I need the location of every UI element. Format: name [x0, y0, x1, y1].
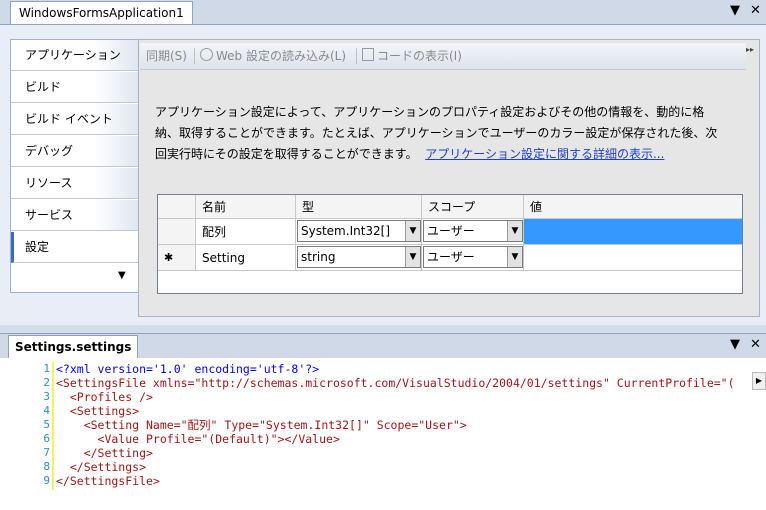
view-code-label: コードの表示(I): [377, 49, 462, 63]
column-header-value[interactable]: 値: [524, 195, 742, 219]
settings-description: アプリケーション設定によって、アプリケーションのプロパティ設定およびその他の情報…: [155, 102, 745, 165]
code-tab-strip: Settings.settings ▼ ✕: [0, 333, 766, 359]
toolbar-separator: [356, 48, 357, 64]
scope-combo-value: ユーザー: [427, 224, 475, 238]
description-line: 回実行時にその設定を取得することができます。: [155, 147, 418, 161]
toolbar-overflow-icon[interactable]: ▸▸: [746, 45, 754, 54]
line-number: 4: [43, 404, 50, 417]
type-combo-value: string: [301, 250, 336, 264]
setting-scope-cell: ユーザー ▼: [422, 245, 524, 271]
line-number: 1: [43, 362, 50, 375]
nav-item-settings[interactable]: 設定: [11, 232, 139, 263]
close-icon[interactable]: ✕: [750, 336, 761, 354]
nav-item-debug[interactable]: デバッグ: [11, 136, 139, 167]
tab-settings-settings[interactable]: Settings.settings: [8, 335, 139, 358]
scope-combo-value: ユーザー: [427, 250, 475, 264]
column-header-type[interactable]: 型: [296, 195, 422, 219]
nav-item-build-events[interactable]: ビルド イベント: [11, 104, 139, 135]
scope-combo[interactable]: ユーザー ▼: [423, 220, 523, 242]
setting-name-cell[interactable]: Setting: [196, 245, 296, 271]
nav-item-application[interactable]: アプリケーション: [11, 40, 139, 71]
chevron-down-icon[interactable]: ▼: [405, 247, 420, 267]
web-globe-icon: [200, 48, 213, 61]
sync-button[interactable]: 同期(S): [146, 47, 187, 65]
code-line[interactable]: </SettingsFile>: [56, 474, 735, 488]
description-line: アプリケーション設定によって、アプリケーションのプロパティ設定およびその他の情報…: [155, 105, 705, 119]
chevron-down-icon[interactable]: ▼: [507, 247, 522, 267]
setting-value-cell[interactable]: [524, 219, 742, 245]
tab-dropdown-icon[interactable]: ▼: [730, 336, 740, 354]
code-line[interactable]: <Profiles />: [56, 390, 735, 404]
line-number: 5: [43, 418, 50, 431]
settings-toolbar: 同期(S) Web 設定の読み込み(L) コードの表示(I) ▸▸: [140, 43, 754, 70]
column-header-scope[interactable]: スコープ: [422, 195, 524, 219]
scroll-right-icon[interactable]: ▶: [752, 372, 766, 390]
document-tab-strip: WindowsFormsApplication1 ▼ ✕: [0, 0, 766, 25]
setting-type-cell: System.Int32[] ▼: [296, 219, 422, 245]
code-line[interactable]: <Setting Name="配列" Type="System.Int32[]"…: [56, 418, 735, 432]
row-header[interactable]: [158, 219, 196, 245]
line-number: 9: [43, 474, 50, 487]
grid-row-header-corner: [158, 195, 196, 219]
line-number: 2: [43, 376, 50, 389]
description-line: 納、取得することができます。たとえば、アプリケーションでユーザーのカラー設定が保…: [155, 126, 718, 140]
line-number-gutter: 1 2 3 4 5 6 7 8 9: [0, 362, 52, 488]
scope-combo[interactable]: ユーザー ▼: [423, 246, 523, 268]
view-code-button[interactable]: コードの表示(I): [362, 47, 462, 65]
new-row-marker-icon[interactable]: ✱: [158, 245, 196, 271]
line-number: 6: [43, 432, 50, 445]
designer-nav: アプリケーション ビルド ビルド イベント デバッグ リソース サービス 設定: [10, 39, 140, 293]
code-line[interactable]: <Value Profile="(Default)"></Value>: [56, 432, 735, 446]
setting-type-cell: string ▼: [296, 245, 422, 271]
code-line[interactable]: <Settings>: [56, 404, 735, 418]
load-web-settings-label: Web 設定の読み込み(L): [216, 49, 347, 63]
code-view-icon: [362, 48, 374, 61]
chevron-down-icon[interactable]: ▼: [507, 221, 522, 241]
load-web-settings-button[interactable]: Web 設定の読み込み(L): [200, 47, 346, 65]
setting-scope-cell: ユーザー ▼: [422, 219, 524, 245]
code-lines[interactable]: <?xml version='1.0' encoding='utf-8'?> <…: [56, 362, 735, 488]
code-line[interactable]: <SettingsFile xmlns="http://schemas.micr…: [56, 376, 735, 390]
column-header-name[interactable]: 名前: [196, 195, 296, 219]
type-combo-value: System.Int32[]: [301, 224, 391, 238]
nav-scroll-down-icon[interactable]: ▼: [118, 270, 126, 281]
line-number: 8: [43, 460, 50, 473]
chevron-down-icon[interactable]: ▼: [405, 221, 420, 241]
close-icon[interactable]: ✕: [750, 2, 761, 20]
settings-help-link[interactable]: アプリケーション設定に関する詳細の表示...: [425, 147, 664, 161]
nav-item-build[interactable]: ビルド: [11, 72, 139, 103]
change-tracking-margin: [52, 362, 54, 490]
toolbar-separator: [194, 48, 195, 64]
line-number: 3: [43, 390, 50, 403]
code-line[interactable]: </Setting>: [56, 446, 735, 460]
settings-grid: 名前 型 スコープ 値 配列 System.Int32[] ▼ ユーザー ▼ ✱…: [157, 194, 743, 294]
setting-name-cell[interactable]: 配列: [196, 219, 296, 245]
tab-dropdown-icon[interactable]: ▼: [730, 2, 740, 20]
line-number: 7: [43, 446, 50, 459]
nav-item-resources[interactable]: リソース: [11, 168, 139, 199]
tab-windowsformsapplication1[interactable]: WindowsFormsApplication1: [10, 1, 193, 24]
setting-value-cell[interactable]: [524, 245, 742, 271]
code-line[interactable]: </Settings>: [56, 460, 735, 474]
type-combo[interactable]: string ▼: [297, 246, 421, 268]
nav-item-services[interactable]: サービス: [11, 200, 139, 231]
code-line[interactable]: <?xml version='1.0' encoding='utf-8'?>: [56, 362, 735, 376]
type-combo[interactable]: System.Int32[] ▼: [297, 220, 421, 242]
